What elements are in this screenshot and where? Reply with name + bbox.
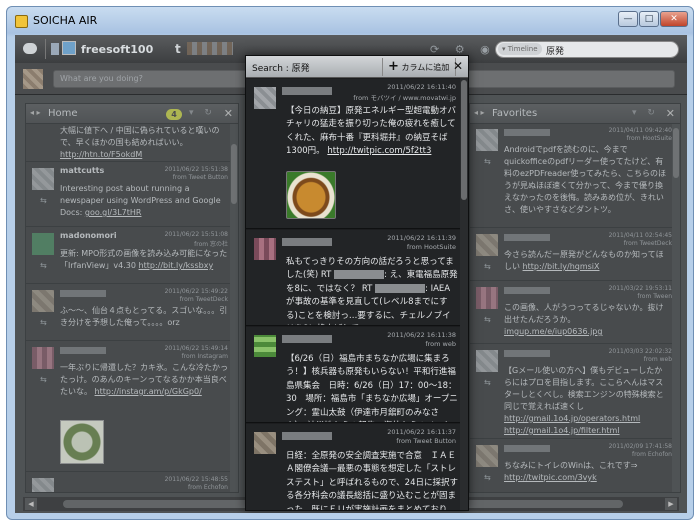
account-avatar[interactable] bbox=[62, 41, 76, 55]
search-result-item[interactable]: 2011/06/22 16:11:40 from モバツイ / www.mova… bbox=[246, 79, 462, 229]
tweet-source: from web bbox=[425, 340, 456, 348]
tweet-date: 2011/06/22 16:11:38 bbox=[387, 331, 456, 339]
tweet-link[interactable]: http://twitpic.com/5f2tt3 bbox=[327, 146, 431, 156]
close-window-button[interactable]: ✕ bbox=[660, 11, 688, 27]
title-bar[interactable]: SOICHA AIR — □ ✕ bbox=[7, 7, 693, 35]
search-result-item[interactable]: 2011/06/22 16:11:39 from HootSuite 私もてっき… bbox=[246, 230, 462, 326]
user-avatar[interactable] bbox=[254, 432, 276, 454]
plus-icon: + bbox=[388, 59, 399, 74]
tweet-source: from Tweet Button bbox=[396, 437, 456, 445]
twitter-icon[interactable]: t bbox=[175, 42, 181, 56]
tweet-source: from モバツイ / www.movatwi.jp bbox=[353, 94, 456, 102]
tweet-date: 2011/06/22 16:11:37 bbox=[387, 428, 456, 436]
redacted-username bbox=[282, 335, 332, 343]
tweet-text: 【6/26（日）福島市まちなか広場に集まろう！】核兵器も原発もいらない！平和行進… bbox=[286, 354, 458, 422]
my-avatar bbox=[23, 69, 43, 89]
search-results-popup: Search : 原発 + カラムに追加 ✕ 2011/06/22 16:11:… bbox=[245, 55, 469, 511]
tweet-source: from HootSuite bbox=[406, 243, 456, 251]
photo-thumbnail[interactable] bbox=[286, 171, 336, 219]
redacted-username bbox=[282, 432, 332, 440]
chat-icon[interactable] bbox=[23, 43, 37, 54]
add-column-button[interactable]: + カラムに追加 bbox=[382, 58, 456, 76]
toolbar-divider bbox=[45, 39, 46, 59]
scrollbar-thumb[interactable] bbox=[461, 80, 467, 200]
account-name[interactable]: freesoft100 bbox=[81, 43, 153, 56]
window-title: SOICHA AIR bbox=[33, 14, 98, 27]
scroll-right-button[interactable]: ▶ bbox=[665, 498, 677, 510]
redacted-mention bbox=[334, 270, 385, 280]
redacted-username bbox=[282, 87, 332, 95]
minimize-button[interactable]: — bbox=[618, 11, 638, 27]
client-area: freesoft100 t ⟳ ⚙ ◉ ▾ Timeline 原発 What a… bbox=[15, 35, 687, 513]
app-window: SOICHA AIR — □ ✕ freesoft100 t ⟳ ⚙ ◉ ▾ T… bbox=[6, 6, 694, 520]
tweet-text: 日経：全原発の安全調査実施で合意 ＩＡＥＡ閣僚会議—最悪の事態を想定した「ストレ… bbox=[286, 451, 458, 511]
search-input[interactable]: 原発 bbox=[546, 44, 564, 57]
account-handle-icon bbox=[51, 43, 59, 55]
tweet-date: 2011/06/22 16:11:40 bbox=[387, 83, 456, 91]
search-scope-dropdown[interactable]: ▾ Timeline bbox=[498, 43, 542, 55]
search-scrollbar[interactable] bbox=[460, 78, 468, 510]
search-result-item[interactable]: 2011/06/22 16:11:37 from Tweet Button 日経… bbox=[246, 424, 462, 511]
secondary-account-avatar[interactable] bbox=[187, 42, 233, 55]
search-popup-header: Search : 原発 + カラムに追加 ✕ bbox=[246, 56, 468, 78]
user-avatar[interactable] bbox=[254, 238, 276, 260]
scroll-left-button[interactable]: ◀ bbox=[25, 498, 37, 510]
redacted-username bbox=[282, 238, 332, 246]
app-icon bbox=[15, 15, 28, 28]
redacted-mention bbox=[375, 283, 426, 293]
close-search-button[interactable]: ✕ bbox=[453, 59, 463, 73]
tweet-text: 【今日の納豆】原発エネルギー型超電動オバチャリの猛走を振り切った俺の疲れを癒して… bbox=[286, 106, 457, 157]
search-box[interactable]: ▾ Timeline 原発 bbox=[495, 41, 679, 58]
add-column-label: カラムに追加 bbox=[401, 63, 450, 72]
tweet-date: 2011/06/22 16:11:39 bbox=[387, 234, 456, 242]
search-result-item[interactable]: 2011/06/22 16:11:38 from web 【6/26（日）福島市… bbox=[246, 327, 462, 423]
maximize-button[interactable]: □ bbox=[639, 11, 659, 27]
tweet-text: 私もてっきりその方向の話だろうと思ってました(笑) RT : え、東電福島原発を… bbox=[286, 257, 458, 325]
search-popup-title: Search : 原発 bbox=[252, 64, 310, 74]
user-avatar[interactable] bbox=[254, 335, 276, 357]
user-avatar[interactable] bbox=[254, 87, 276, 109]
